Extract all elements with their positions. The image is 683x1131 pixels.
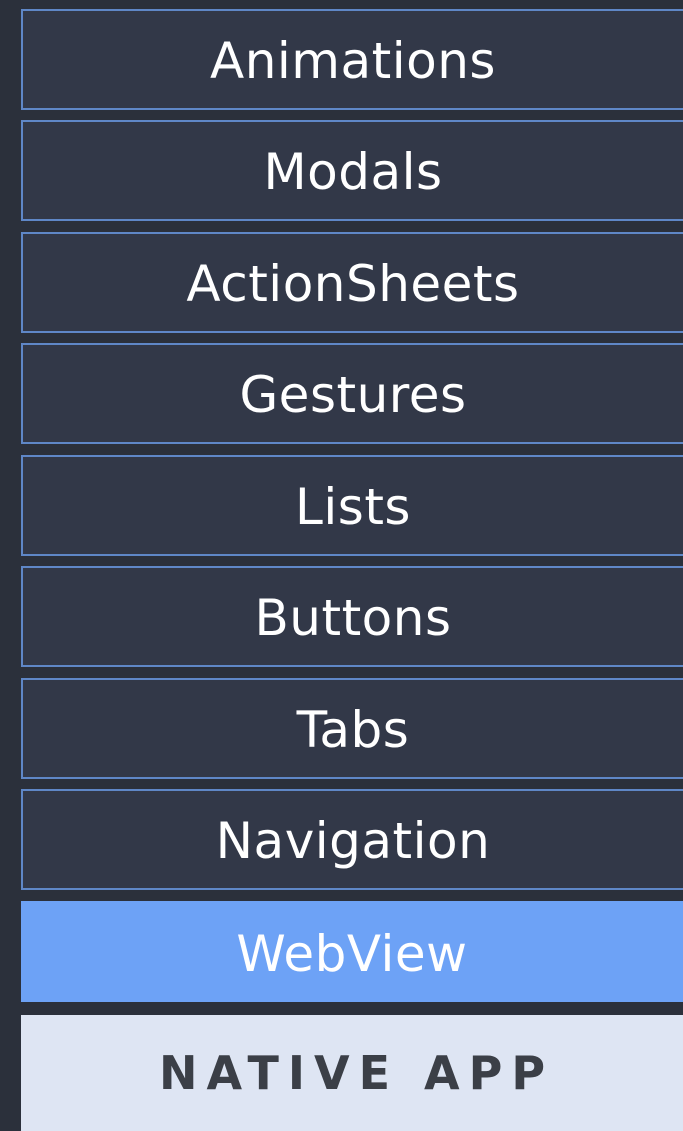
footer-label: NATIVE APP [158, 1046, 555, 1100]
menu-item-navigation[interactable]: Navigation [21, 789, 683, 890]
menu-item-modals[interactable]: Modals [21, 120, 683, 221]
menu-item-tabs[interactable]: Tabs [21, 678, 683, 779]
menu-item-label: WebView [236, 924, 468, 983]
menu-item-label: Animations [210, 31, 496, 90]
menu-item-label: Gestures [239, 365, 467, 424]
menu-item-lists[interactable]: Lists [21, 455, 683, 556]
menu-item-webview[interactable]: WebView [21, 901, 683, 1002]
menu-item-label: Lists [295, 477, 411, 536]
footer-banner: NATIVE APP [21, 1015, 683, 1131]
menu-item-label: Buttons [254, 588, 452, 647]
menu-item-label: Tabs [296, 700, 410, 759]
menu-item-label: Modals [263, 142, 443, 201]
menu-item-actionsheets[interactable]: ActionSheets [21, 232, 683, 333]
menu-item-buttons[interactable]: Buttons [21, 566, 683, 667]
menu-item-label: Navigation [215, 811, 491, 870]
menu-item-label: ActionSheets [186, 254, 520, 313]
side-menu: Animations Modals ActionSheets Gestures … [21, 0, 683, 1131]
menu-item-gestures[interactable]: Gestures [21, 343, 683, 444]
menu-item-animations[interactable]: Animations [21, 9, 683, 110]
